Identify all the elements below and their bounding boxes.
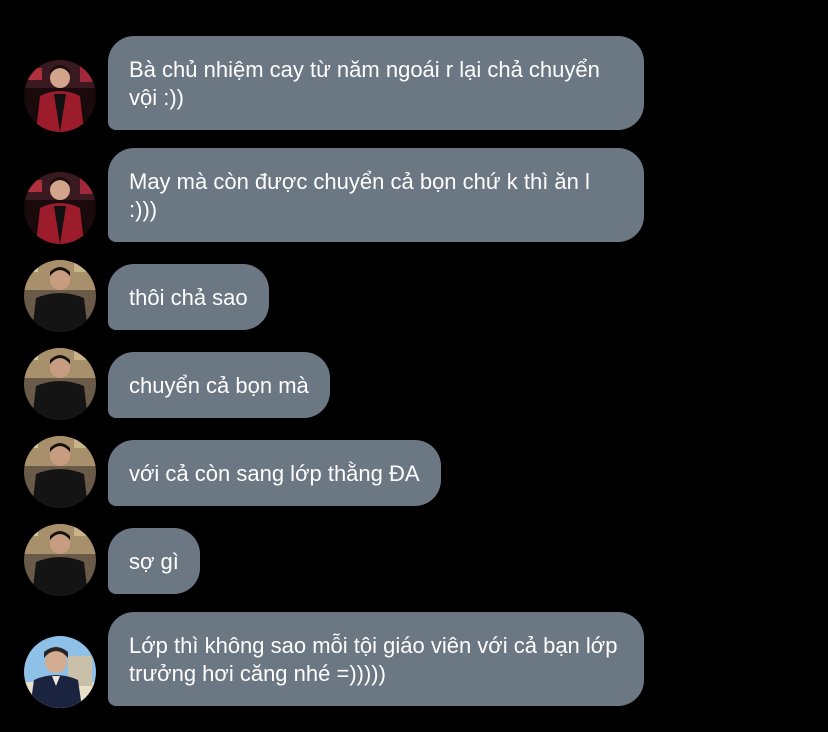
message-bubble[interactable]: thôi chả sao — [108, 264, 269, 330]
message-bubble[interactable]: Lớp thì không sao mỗi tội giáo viên với … — [108, 612, 644, 706]
chat-thread: Bà chủ nhiệm cay từ năm ngoái r lại chả … — [0, 0, 828, 732]
avatar-image-black-shirt — [24, 436, 96, 508]
avatar[interactable] — [24, 524, 96, 596]
avatar-image-red-jacket — [24, 172, 96, 244]
avatar[interactable] — [24, 260, 96, 332]
message-bubble[interactable]: sợ gì — [108, 528, 200, 594]
avatar-image-black-shirt — [24, 524, 96, 596]
avatar[interactable] — [24, 436, 96, 508]
message-bubble[interactable]: Bà chủ nhiệm cay từ năm ngoái r lại chả … — [108, 36, 644, 130]
message-bubble[interactable]: chuyển cả bọn mà — [108, 352, 330, 418]
avatar-image-blue-sky — [24, 636, 96, 708]
avatar-image-red-jacket — [24, 60, 96, 132]
avatar-image-black-shirt — [24, 348, 96, 420]
avatar[interactable] — [24, 172, 96, 244]
message-bubble[interactable]: May mà còn được chuyển cả bọn chứ k thì … — [108, 148, 644, 242]
avatar[interactable] — [24, 60, 96, 132]
avatar[interactable] — [24, 636, 96, 708]
avatar[interactable] — [24, 348, 96, 420]
avatar-image-black-shirt — [24, 260, 96, 332]
message-bubble[interactable]: với cả còn sang lớp thằng ĐA — [108, 440, 441, 506]
